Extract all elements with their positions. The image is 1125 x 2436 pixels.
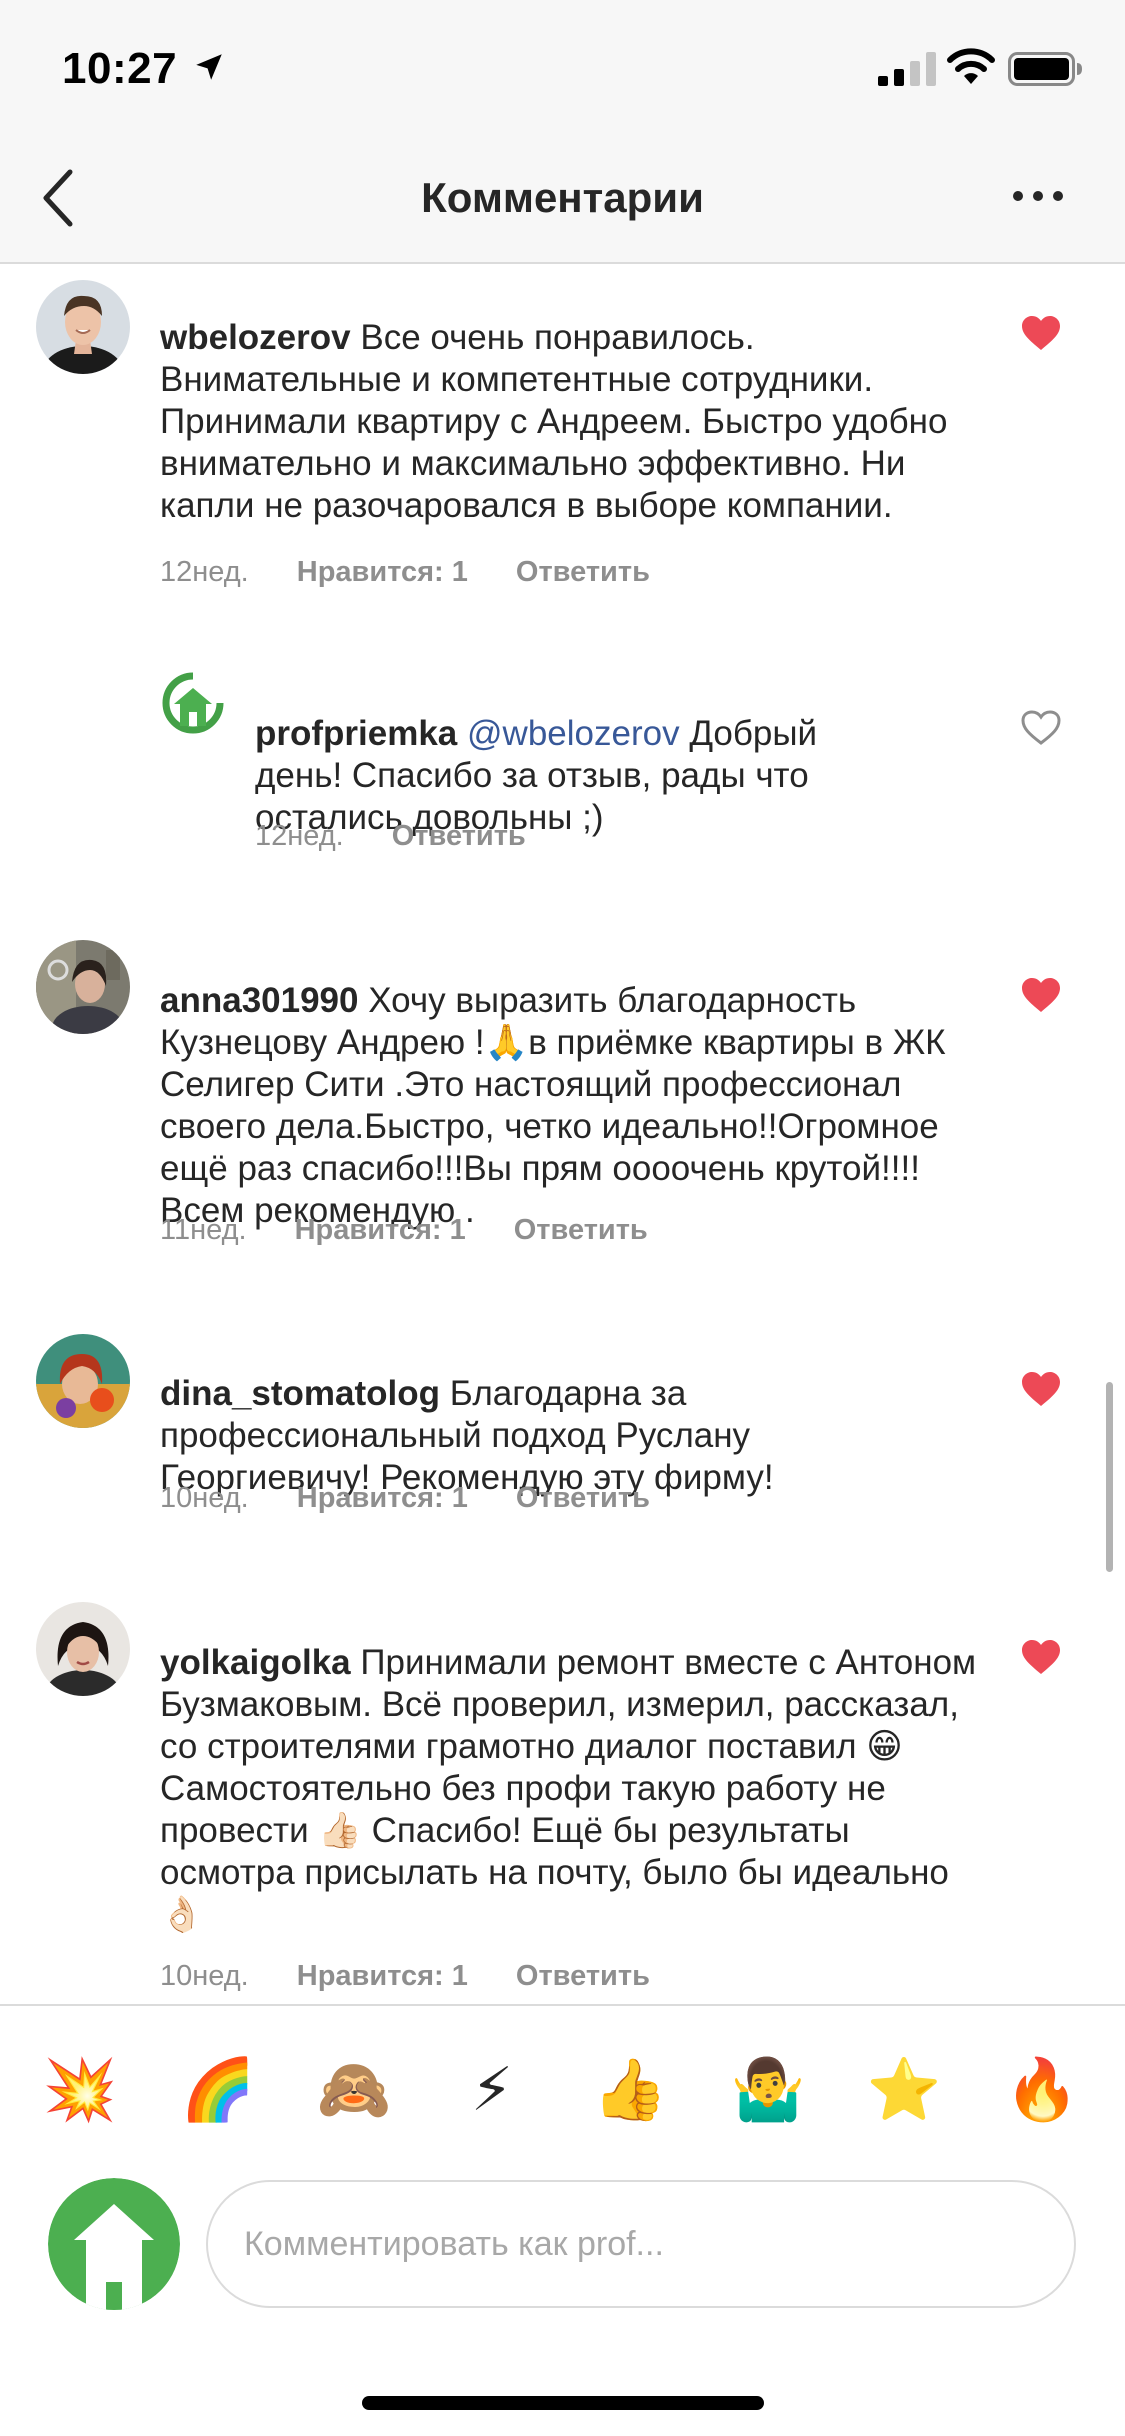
comment-likes[interactable]: Нравится: 1 [297,1482,468,1515]
emoji-shrug[interactable]: 🤷‍♂️ [730,2052,806,2128]
comment-text: dina_stomatolog Благодарна за профессион… [160,1331,960,1499]
comment-time: 10нед. [160,1482,249,1514]
comment-text: yolkaigolka Принимали ремонт вместе с Ан… [160,1600,980,1936]
emoji-fire[interactable]: 🔥 [1004,2052,1080,2128]
comment-time: 12нед. [160,556,249,588]
battery-icon [1008,52,1082,86]
emoji-rainbow[interactable]: 🌈 [180,2052,256,2128]
page-title: Комментарии [421,174,704,221]
comment-input[interactable] [206,2180,1076,2308]
comment-meta: 11нед. Нравится: 1 Ответить [160,1214,696,1247]
current-user-avatar [48,2178,180,2310]
comment-username[interactable]: wbelozerov [160,318,351,357]
comment-meta: 12нед. Ответить [255,820,574,853]
avatar[interactable] [36,940,130,1034]
emoji-quick-bar: 💥 🌈 🙈 ⚡ 👍 🤷‍♂️ ⭐ 🔥 [0,2004,1125,2168]
home-indicator[interactable] [362,2396,764,2410]
emoji-thumbs-up[interactable]: 👍 [592,2052,668,2128]
comment-likes[interactable]: Нравится: 1 [295,1214,466,1247]
comment-username[interactable]: profpriemka [255,714,457,753]
reply-button[interactable]: Ответить [516,1960,650,1993]
heart-outline-icon[interactable] [1021,710,1061,746]
comment-time: 12нед. [255,820,344,852]
comment-item: dina_stomatolog Благодарна за профессион… [0,1326,1125,1526]
comment-text: profpriemka @wbelozerov Добрый день! Спа… [255,671,895,839]
cellular-signal-icon [878,52,936,86]
comment-reply-item: profpriemka @wbelozerov Добрый день! Спа… [0,668,1125,868]
emoji-collision[interactable]: 💥 [42,2052,118,2128]
comment-item: anna301990 Хочу выразить благодарность К… [0,932,1125,1252]
scrollbar[interactable] [1106,1382,1113,1572]
more-horizontal-icon[interactable] [1012,184,1064,208]
comment-username[interactable]: anna301990 [160,981,358,1020]
wifi-icon [947,48,995,84]
emoji-star[interactable]: ⭐ [866,2052,942,2128]
header: Комментарии [0,132,1125,264]
comment-text: anna301990 Хочу выразить благодарность К… [160,938,960,1232]
comment-meta: 12нед. Нравится: 1 Ответить [160,556,698,589]
heart-filled-icon[interactable] [1021,978,1061,1014]
comment-text: wbelozerov Все очень понравилось. Внимат… [160,275,980,527]
comment-time: 11нед. [160,1214,247,1246]
comment-time: 10нед. [160,1960,249,1992]
comment-username[interactable]: yolkaigolka [160,1643,351,1682]
emoji-see-no-evil-monkey[interactable]: 🙈 [316,2052,392,2128]
comment-username[interactable]: dina_stomatolog [160,1374,440,1413]
heart-filled-icon[interactable] [1021,316,1061,352]
comment-meta: 10нед. Нравится: 1 Ответить [160,1482,698,1515]
location-arrow-icon [196,54,222,80]
avatar[interactable] [36,1334,130,1428]
avatar[interactable] [160,670,226,736]
heart-filled-icon[interactable] [1021,1372,1061,1408]
comment-likes[interactable]: Нравится: 1 [297,556,468,589]
emoji-lightning[interactable]: ⚡ [454,2052,530,2128]
comment-mention[interactable]: @wbelozerov [467,714,680,753]
reply-button[interactable]: Ответить [392,820,526,853]
heart-filled-icon[interactable] [1021,1640,1061,1676]
comment-body: Принимали ремонт вместе с Антоном Бузмак… [160,1643,977,1934]
comment-item: yolkaigolka Принимали ремонт вместе с Ан… [0,1594,1125,1994]
reply-button[interactable]: Ответить [514,1214,648,1247]
reply-button[interactable]: Ответить [516,556,650,589]
comment-likes[interactable]: Нравится: 1 [297,1960,468,1993]
status-time: 10:27 [62,44,178,93]
avatar[interactable] [36,1602,130,1696]
comment-item: wbelozerov Все очень понравилось. Внимат… [0,270,1125,600]
status-bar: 10:27 [0,0,1125,132]
reply-button[interactable]: Ответить [516,1482,650,1515]
avatar[interactable] [36,280,130,374]
comment-meta: 10нед. Нравится: 1 Ответить [160,1960,698,1993]
